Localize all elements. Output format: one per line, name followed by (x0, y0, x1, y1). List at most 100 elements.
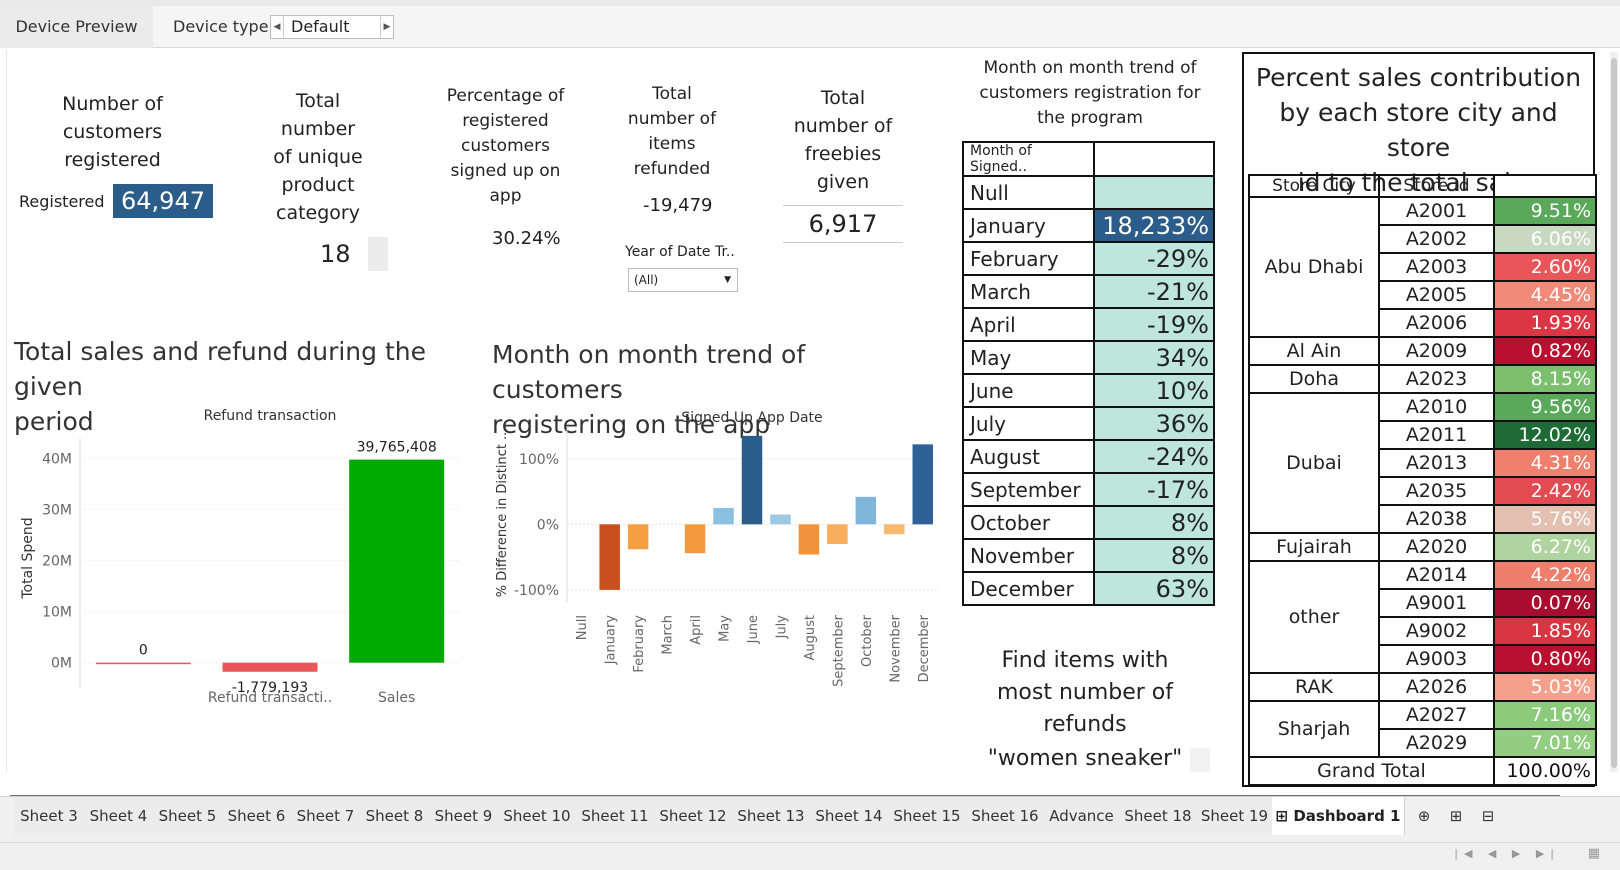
bar[interactable] (222, 662, 318, 672)
tab-sheet[interactable]: Sheet 12 (654, 797, 733, 835)
title-line: Month on month trend of customers (492, 340, 806, 404)
month-table-header: Month of Signed.. (962, 141, 1216, 177)
tab-sheet[interactable]: Sheet 16 (966, 797, 1045, 835)
tab-label: Sheet 15 (893, 807, 961, 825)
new-sheet-icon[interactable]: ⊕ (1410, 797, 1438, 835)
tab-sheet[interactable]: Sheet 6 (222, 797, 292, 835)
chevron-down-icon[interactable]: ▼ (724, 269, 731, 291)
bar[interactable] (627, 524, 649, 550)
y-tick-label: 100% (519, 452, 559, 468)
year-filter-dropdown[interactable]: (All) ▼ (628, 268, 738, 292)
x-tick-label: September (831, 614, 846, 687)
month-trend-table: Month of Signed.. Null January 18,233% Febru… (962, 141, 1216, 606)
store-pct-cell: 0.82% (1493, 336, 1597, 366)
scroll-thumb[interactable] (1611, 58, 1617, 768)
store-pct-cell: 7.16% (1493, 700, 1597, 730)
new-dashboard-icon[interactable]: ⊞ (1442, 797, 1470, 835)
sheet-tabs-bar: Sheet 3 Sheet 4 Sheet 5 Sheet 6 Sheet 7 Sheet… (0, 796, 1620, 843)
store-row: other A2014 4.22% (1248, 560, 1597, 674)
y-tick-label: 10M (42, 605, 72, 621)
tab-label: Sheet 14 (815, 807, 883, 825)
tab-dashboard-1[interactable]: ⊞ Dashboard 1 (1272, 797, 1405, 835)
month-cell: Null (962, 175, 1095, 210)
kpi-title-line: Total (295, 90, 341, 112)
vertical-scrollbar[interactable] (1610, 52, 1618, 772)
kpi-category-title: Total number of unique product category (258, 87, 378, 227)
bar[interactable] (855, 496, 877, 525)
title-line: the program (1037, 108, 1143, 128)
store-row: Fujairah A2020 6.27% (1248, 532, 1597, 562)
tab-label: Sheet 10 (503, 807, 571, 825)
month-cell: June (962, 373, 1095, 408)
month-value-cell (1092, 175, 1216, 210)
bar[interactable] (349, 459, 445, 663)
tab-sheet[interactable]: Sheet 8 (360, 797, 430, 835)
tab-sheet[interactable]: Sheet 5 (153, 797, 223, 835)
new-story-icon[interactable]: ⊟ (1474, 797, 1502, 835)
bar[interactable] (713, 507, 734, 525)
device-type-select[interactable]: ◀ Default ▶ (270, 15, 394, 39)
month-cell: March (962, 274, 1095, 309)
store-id-cell: A2035 (1378, 476, 1495, 506)
store-city-cell: other (1248, 560, 1380, 674)
month-header-cell[interactable]: Month of Signed.. (962, 141, 1095, 177)
store-pct-cell: 2.42% (1493, 476, 1597, 506)
store-id-cell: A2014 (1378, 560, 1495, 590)
registered-label: Registered (19, 192, 105, 211)
bar[interactable] (912, 444, 934, 525)
store-row: Al Ain A2009 0.82% (1248, 336, 1597, 366)
tab-sheet[interactable]: Sheet 3 (14, 797, 85, 835)
store-id-cell: A2009 (1378, 336, 1495, 366)
tab-sheet[interactable]: Sheet 11 (576, 797, 655, 835)
month-cell: August (962, 439, 1095, 474)
bar[interactable] (884, 524, 905, 535)
kpi-title-line: of unique (273, 146, 363, 168)
month-cell: October (962, 505, 1095, 540)
tab-sheet[interactable]: Sheet 14 (810, 797, 889, 835)
tab-sheet[interactable]: Sheet 10 (498, 797, 577, 835)
status-bar: |◀ ◀ ▶ ▶| ▦ (0, 842, 1620, 870)
x-tick-label: December (917, 614, 932, 682)
find-items-line: Find items with (1001, 648, 1169, 673)
store-table-header: Store City Store Id (1248, 174, 1597, 198)
store-row: Dubai A2010 9.56% (1248, 392, 1597, 534)
sheet-navigation-icons[interactable]: |◀ ◀ ▶ ▶| (1454, 847, 1560, 860)
x-tick-label: Sales (378, 690, 415, 706)
bar[interactable] (684, 524, 706, 554)
arrow-left-icon[interactable]: ◀ (271, 16, 284, 38)
bar[interactable] (741, 435, 763, 525)
store-id-cell: A2026 (1378, 672, 1495, 702)
store-id-header[interactable]: Store Id (1378, 174, 1495, 198)
store-id-cell: A9001 (1378, 588, 1495, 618)
tab-sheet[interactable]: Sheet 19 (1197, 797, 1273, 835)
x-tick-label: February (632, 615, 647, 673)
tab-sheet[interactable]: Sheet 18 (1119, 797, 1198, 835)
bar[interactable] (827, 524, 848, 544)
kpi-title-line: number of (627, 109, 717, 129)
store-id-cell: A2029 (1378, 728, 1495, 758)
store-row: RAK A2026 5.03% (1248, 672, 1597, 702)
bar[interactable] (599, 524, 620, 590)
store-id-cell: A2023 (1378, 364, 1495, 394)
bar[interactable] (798, 524, 820, 555)
store-id-cell: A2038 (1378, 504, 1495, 534)
store-city-header[interactable]: Store City (1248, 174, 1380, 198)
device-preview-tab[interactable]: Device Preview (0, 6, 153, 48)
bar[interactable] (770, 514, 791, 525)
month-row: June 10% (962, 373, 1216, 408)
device-type-value: Default (291, 17, 350, 36)
bar[interactable] (95, 662, 191, 665)
store-pct-cell: 6.27% (1493, 532, 1597, 562)
grid-view-icon[interactable]: ▦ (1588, 846, 1600, 861)
arrow-right-icon[interactable]: ▶ (380, 16, 393, 38)
tab-sheet[interactable]: Sheet 9 (429, 797, 499, 835)
title-line: Total sales and refund during the given (14, 337, 426, 401)
tab-label: Sheet 9 (434, 807, 493, 825)
tab-sheet[interactable]: Sheet 15 (888, 797, 967, 835)
month-row: January 18,233% (962, 208, 1216, 243)
tab-sheet[interactable]: Sheet 13 (732, 797, 811, 835)
tab-sheet[interactable]: Sheet 7 (291, 797, 361, 835)
tab-sheet[interactable]: Sheet 4 (84, 797, 154, 835)
tab-sheet[interactable]: Advance (1044, 797, 1120, 835)
month-value-cell: -21% (1092, 274, 1216, 309)
